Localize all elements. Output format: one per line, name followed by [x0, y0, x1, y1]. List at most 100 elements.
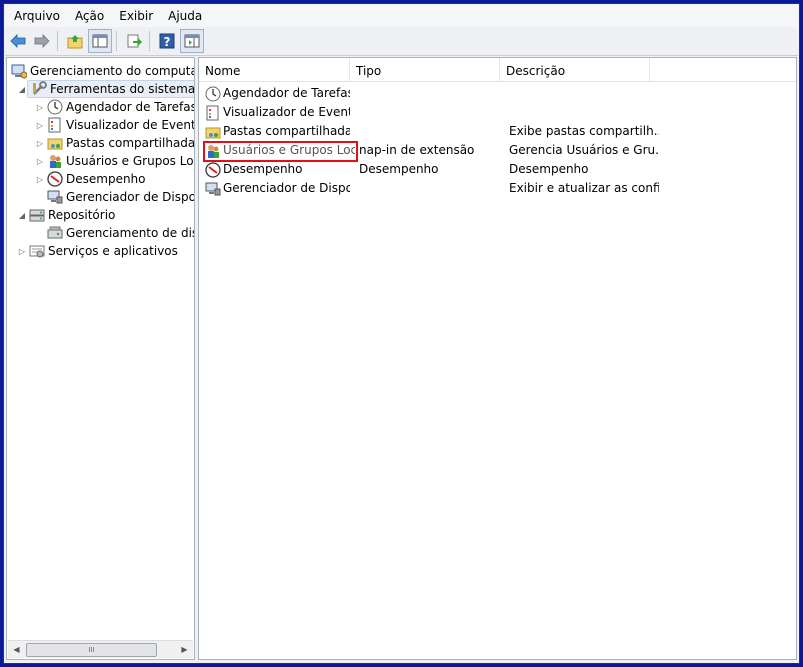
help-button[interactable]: ?: [156, 30, 178, 52]
export-icon: [127, 34, 142, 48]
expanded-arrow-icon[interactable]: ◢: [17, 85, 27, 94]
shared-folder-icon: [47, 135, 63, 151]
selected-highlight: Ferramentas do sistema: [27, 80, 195, 98]
tree-label: Pastas compartilhadas: [66, 136, 195, 150]
name-cell: Visualizador de Eventos: [205, 103, 350, 122]
item-description: Desempenho: [509, 162, 589, 176]
tree-label: Visualizador de Eventos: [66, 118, 195, 132]
item-name: Visualizador de Eventos: [223, 105, 350, 119]
scroll-right-arrow-icon[interactable]: ▶: [176, 641, 193, 658]
folder-up-icon: [67, 35, 83, 49]
expanded-arrow-icon[interactable]: ◢: [17, 211, 27, 220]
tree-item-storage[interactable]: ◢ Repositório: [17, 206, 115, 224]
performance-icon: [47, 171, 63, 187]
svg-text:?: ?: [164, 35, 171, 49]
item-name: Agendador de Tarefas: [223, 86, 350, 100]
name-cell: Desempenho: [205, 160, 350, 179]
menu-exibir[interactable]: Exibir: [113, 6, 159, 26]
name-cell: Pastas compartilhadas: [205, 122, 350, 141]
column-header-description[interactable]: Descrição: [500, 58, 650, 81]
tree-label: Gerenciamento de disco: [66, 226, 194, 240]
event-viewer-icon: [47, 117, 63, 133]
horizontal-scrollbar[interactable]: ◀ III ▶: [8, 640, 193, 658]
collapsed-arrow-icon[interactable]: ▷: [35, 175, 45, 184]
show-action-pane-button[interactable]: [180, 29, 204, 53]
tree-item-event-viewer[interactable]: ▷ Visualizador de Eventos: [35, 116, 195, 134]
toolbar: ?: [5, 27, 798, 56]
item-description: Exibe pastas compartilh...: [509, 124, 659, 138]
collapsed-arrow-icon[interactable]: ▷: [35, 121, 45, 130]
menu-acao[interactable]: Ação: [69, 6, 110, 26]
help-icon: ?: [159, 33, 175, 49]
mmc-window: Arquivo Ação Exibir Ajuda ? Gerenciament…: [3, 3, 800, 664]
action-pane-icon: [184, 34, 200, 48]
tree-label: Serviços e aplicativos: [48, 244, 178, 258]
list-item[interactable]: Desempenho Desempenho Desempenho: [199, 160, 796, 179]
tree-label: Agendador de Tarefas: [66, 100, 195, 114]
forward-button[interactable]: [31, 30, 53, 52]
item-description: Exibir e atualizar as confi...: [509, 181, 659, 195]
disk-management-icon: [47, 225, 63, 241]
collapsed-arrow-icon[interactable]: ▷: [35, 157, 45, 166]
list-item[interactable]: Pastas compartilhadas Exibe pastas compa…: [199, 122, 796, 141]
tools-icon: [31, 81, 47, 97]
clock-icon: [205, 86, 221, 102]
list-item[interactable]: Visualizador de Eventos: [199, 103, 796, 122]
item-description: Gerencia Usuários e Gru...: [509, 143, 659, 157]
name-cell: Gerenciador de Dispo...: [205, 179, 350, 198]
tree-item-disk-management[interactable]: Gerenciamento de disco: [45, 224, 194, 242]
tree-label: Ferramentas do sistema: [50, 82, 195, 96]
device-manager-icon: [47, 189, 63, 205]
tree-label: Desempenho: [66, 172, 146, 186]
export-list-button[interactable]: [123, 30, 145, 52]
back-arrow-icon: [10, 34, 26, 48]
users-icon: [47, 153, 63, 169]
menu-ajuda[interactable]: Ajuda: [162, 6, 208, 26]
tree-item-shared-folders[interactable]: ▷ Pastas compartilhadas: [35, 134, 195, 152]
item-type: nap-in de extensão: [359, 143, 475, 157]
tree-item-system-tools[interactable]: ◢ Ferramentas do sistema: [17, 80, 195, 98]
scroll-thumb[interactable]: III: [26, 643, 157, 657]
list-item[interactable]: Gerenciador de Dispo... Exibir e atualiz…: [199, 179, 796, 198]
collapsed-arrow-icon[interactable]: ▷: [35, 103, 45, 112]
forward-arrow-icon: [34, 34, 50, 48]
clock-icon: [47, 99, 63, 115]
up-folder-button[interactable]: [64, 30, 86, 52]
event-viewer-icon: [205, 105, 221, 121]
list-header: Nome Tipo Descrição: [199, 58, 796, 82]
details-list: Nome Tipo Descrição Agendador de Tarefas…: [198, 57, 797, 660]
item-name: Pastas compartilhadas: [223, 124, 350, 138]
item-type: Desempenho: [359, 162, 439, 176]
console-tree-icon: [92, 34, 108, 48]
console-tree: Gerenciamento do computador ◢ Ferramenta…: [6, 57, 195, 660]
scroll-grip: III: [88, 646, 95, 654]
tree-label: Repositório: [48, 208, 116, 222]
performance-icon: [205, 161, 221, 178]
show-hide-tree-button[interactable]: [88, 29, 112, 53]
tree-item-services[interactable]: ▷ Serviços e aplicativos: [17, 242, 178, 260]
services-icon: [29, 243, 45, 259]
tree-item-task-scheduler[interactable]: ▷ Agendador de Tarefas: [35, 98, 195, 116]
scroll-left-arrow-icon[interactable]: ◀: [8, 641, 25, 658]
collapsed-arrow-icon[interactable]: ▷: [35, 139, 45, 148]
menu-bar: Arquivo Ação Exibir Ajuda: [5, 5, 798, 28]
list-item[interactable]: Agendador de Tarefas: [199, 84, 796, 103]
menu-arquivo[interactable]: Arquivo: [8, 6, 66, 26]
storage-icon: [29, 207, 45, 223]
device-manager-icon: [205, 181, 221, 197]
tree-item-performance[interactable]: ▷ Desempenho: [35, 170, 146, 188]
tree-label: Gerenciador de Disposit: [66, 190, 194, 204]
back-button[interactable]: [7, 30, 29, 52]
tree-item-local-users[interactable]: ▷ Usuários e Grupos Loca: [35, 152, 195, 170]
toolbar-separator: [149, 31, 150, 51]
tree-label: Usuários e Grupos Loca: [66, 154, 195, 168]
column-header-type[interactable]: Tipo: [350, 58, 500, 81]
collapsed-arrow-icon[interactable]: ▷: [17, 247, 27, 256]
tree-item-device-manager[interactable]: Gerenciador de Disposit: [45, 188, 194, 206]
item-name: Gerenciador de Dispo...: [223, 181, 350, 195]
tree-label: Gerenciamento do computador: [30, 64, 194, 78]
column-header-name[interactable]: Nome: [199, 58, 350, 81]
toolbar-separator: [57, 31, 58, 51]
shared-folder-icon: [205, 124, 221, 140]
tree-item-root[interactable]: Gerenciamento do computador: [9, 62, 194, 80]
